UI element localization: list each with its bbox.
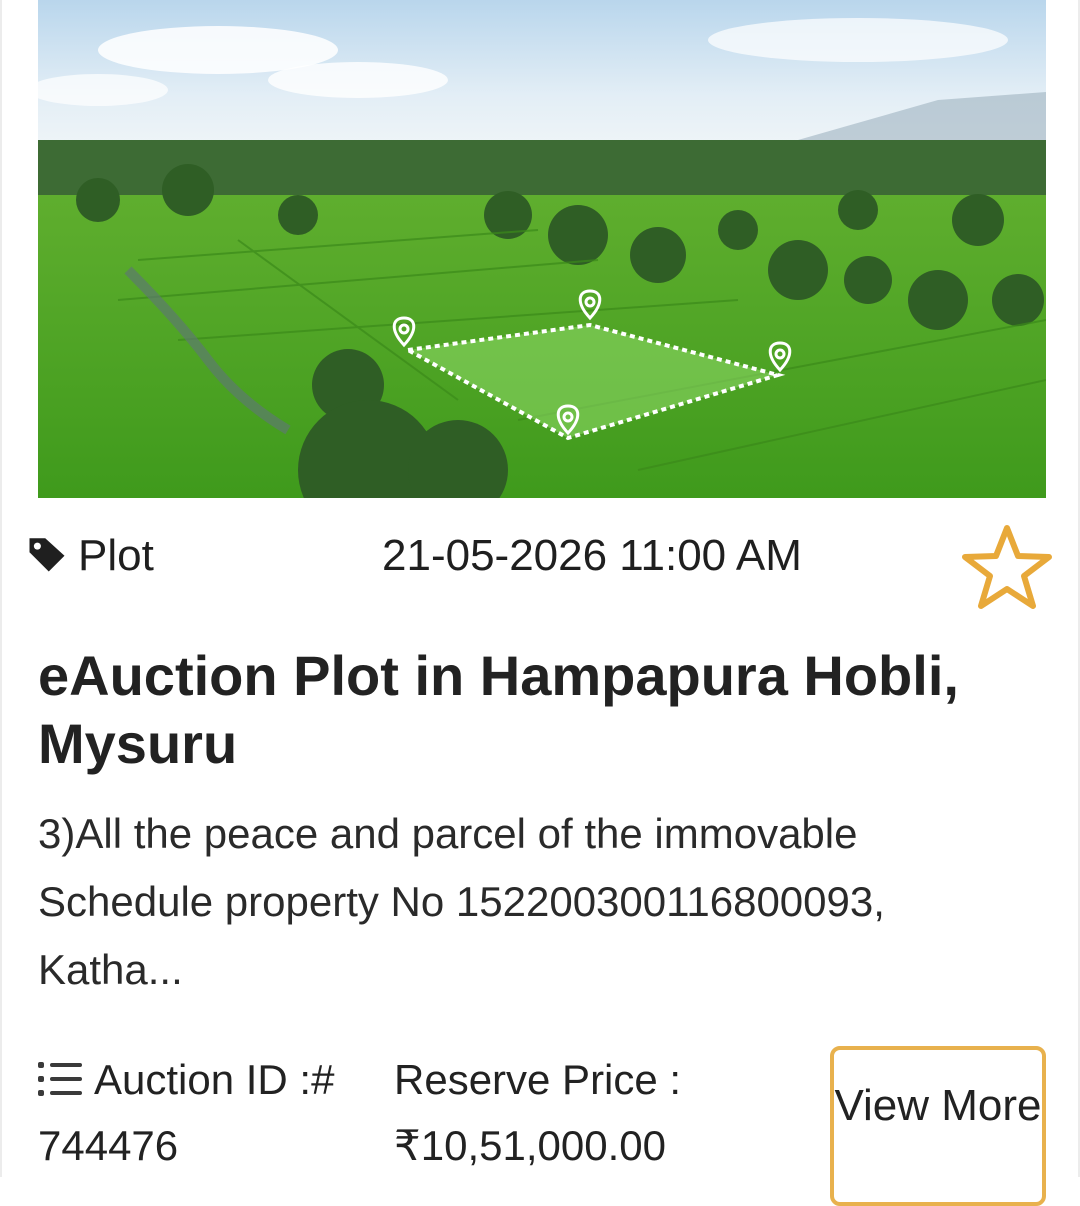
category-label: Plot [78, 531, 154, 580]
view-more-button[interactable]: View More [830, 1046, 1046, 1206]
auction-id-value: 744476 [38, 1122, 179, 1169]
reserve-price-value: ₹10,51,000.00 [394, 1122, 666, 1169]
tag-icon [29, 538, 65, 572]
list-icon [38, 1062, 82, 1096]
reserve-price-label: Reserve Price : [394, 1056, 682, 1103]
listing-title[interactable]: eAuction Plot in Hampapura Hobli, Mysuru [38, 642, 1038, 778]
auction-card: Plot 21-05-2026 11:00 AM eAuction Plot i… [0, 0, 1080, 1206]
auction-datetime: 21-05-2026 11:00 AM [382, 531, 802, 580]
property-image[interactable] [38, 0, 1046, 498]
listing-description: 3)All the peace and parcel of the immova… [38, 810, 885, 993]
favorite-star-icon[interactable] [957, 520, 1057, 616]
auction-id-label: Auction ID :# [94, 1056, 335, 1103]
